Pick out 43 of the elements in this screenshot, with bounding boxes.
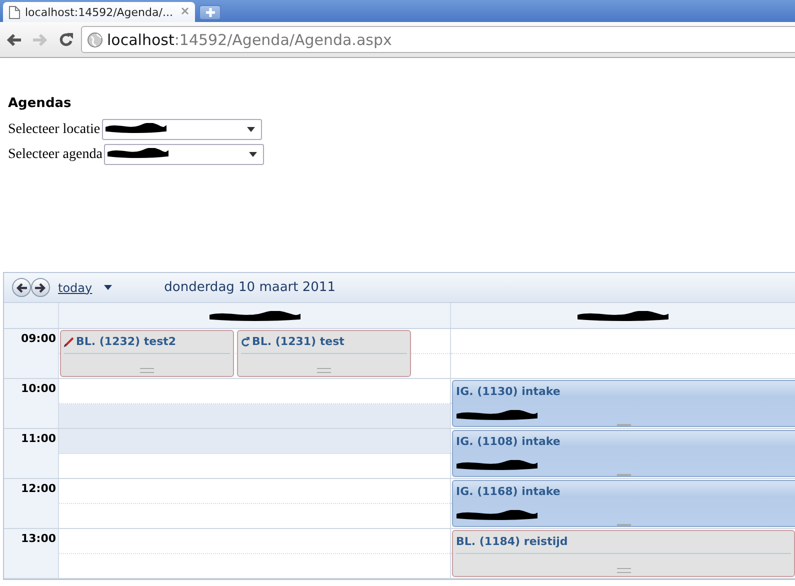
pencil-icon (64, 336, 74, 346)
globe-icon (87, 32, 103, 48)
appointment-title: IG. (1130) intake (456, 385, 560, 398)
url-host: localhost (107, 30, 174, 48)
url-path: :14592/Agenda/Agenda.aspx (174, 30, 392, 48)
time-label: 13:00 (4, 529, 58, 578)
previous-button[interactable] (12, 278, 31, 297)
field-label: Selecteer locatie (8, 122, 100, 138)
dropdown-field[interactable] (102, 119, 262, 140)
appointment-title: IG. (1108) intake (456, 435, 560, 448)
dropdown-caret-icon (249, 152, 258, 157)
time-label: 11:00 (4, 429, 58, 478)
day-time-slot[interactable]: BL. (1232) test2 BL. (1231) test (58, 329, 450, 378)
today-link[interactable]: today (58, 280, 92, 294)
appointment-title: BL. (1184) reistijd (456, 535, 568, 548)
dropdown-field[interactable] (104, 144, 264, 165)
back-arrow-icon (6, 32, 22, 46)
appointment-title: IG. (1168) intake (456, 485, 560, 498)
field-label: Selecteer agenda (8, 146, 102, 162)
dropdown-caret-icon[interactable] (104, 285, 112, 290)
page-icon (9, 6, 20, 18)
page-heading: Agendas (8, 96, 72, 111)
dropdown-caret-icon (247, 127, 256, 132)
recurrence-icon (241, 336, 250, 346)
new-tab-button[interactable] (199, 5, 221, 20)
address-bar[interactable]: localhost:14592/Agenda/Agenda.aspx (81, 26, 795, 53)
appointment-title: BL. (1232) test2 (76, 335, 176, 348)
plus-icon (206, 8, 214, 17)
left-arrow-icon (16, 282, 27, 292)
reload-icon (58, 32, 74, 48)
time-label: 10:00 (4, 379, 58, 428)
time-label: 12:00 (4, 479, 58, 528)
date-title: donderdag 10 maart 2011 (164, 280, 336, 295)
appointment-title: BL. (1231) test (252, 335, 344, 348)
forward-arrow-icon (32, 32, 48, 46)
appointment[interactable]: BL. (1232) test2 (60, 330, 234, 377)
browser-tab[interactable]: localhost:14592/Agenda/... (3, 2, 195, 22)
close-icon (181, 7, 189, 15)
tab-title: localhost:14592/Agenda/... (25, 6, 174, 18)
appointment[interactable]: BL. (1231) test (237, 330, 411, 377)
time-label: 09:00 (4, 329, 58, 378)
right-arrow-icon (35, 282, 46, 292)
next-button[interactable] (31, 278, 50, 297)
